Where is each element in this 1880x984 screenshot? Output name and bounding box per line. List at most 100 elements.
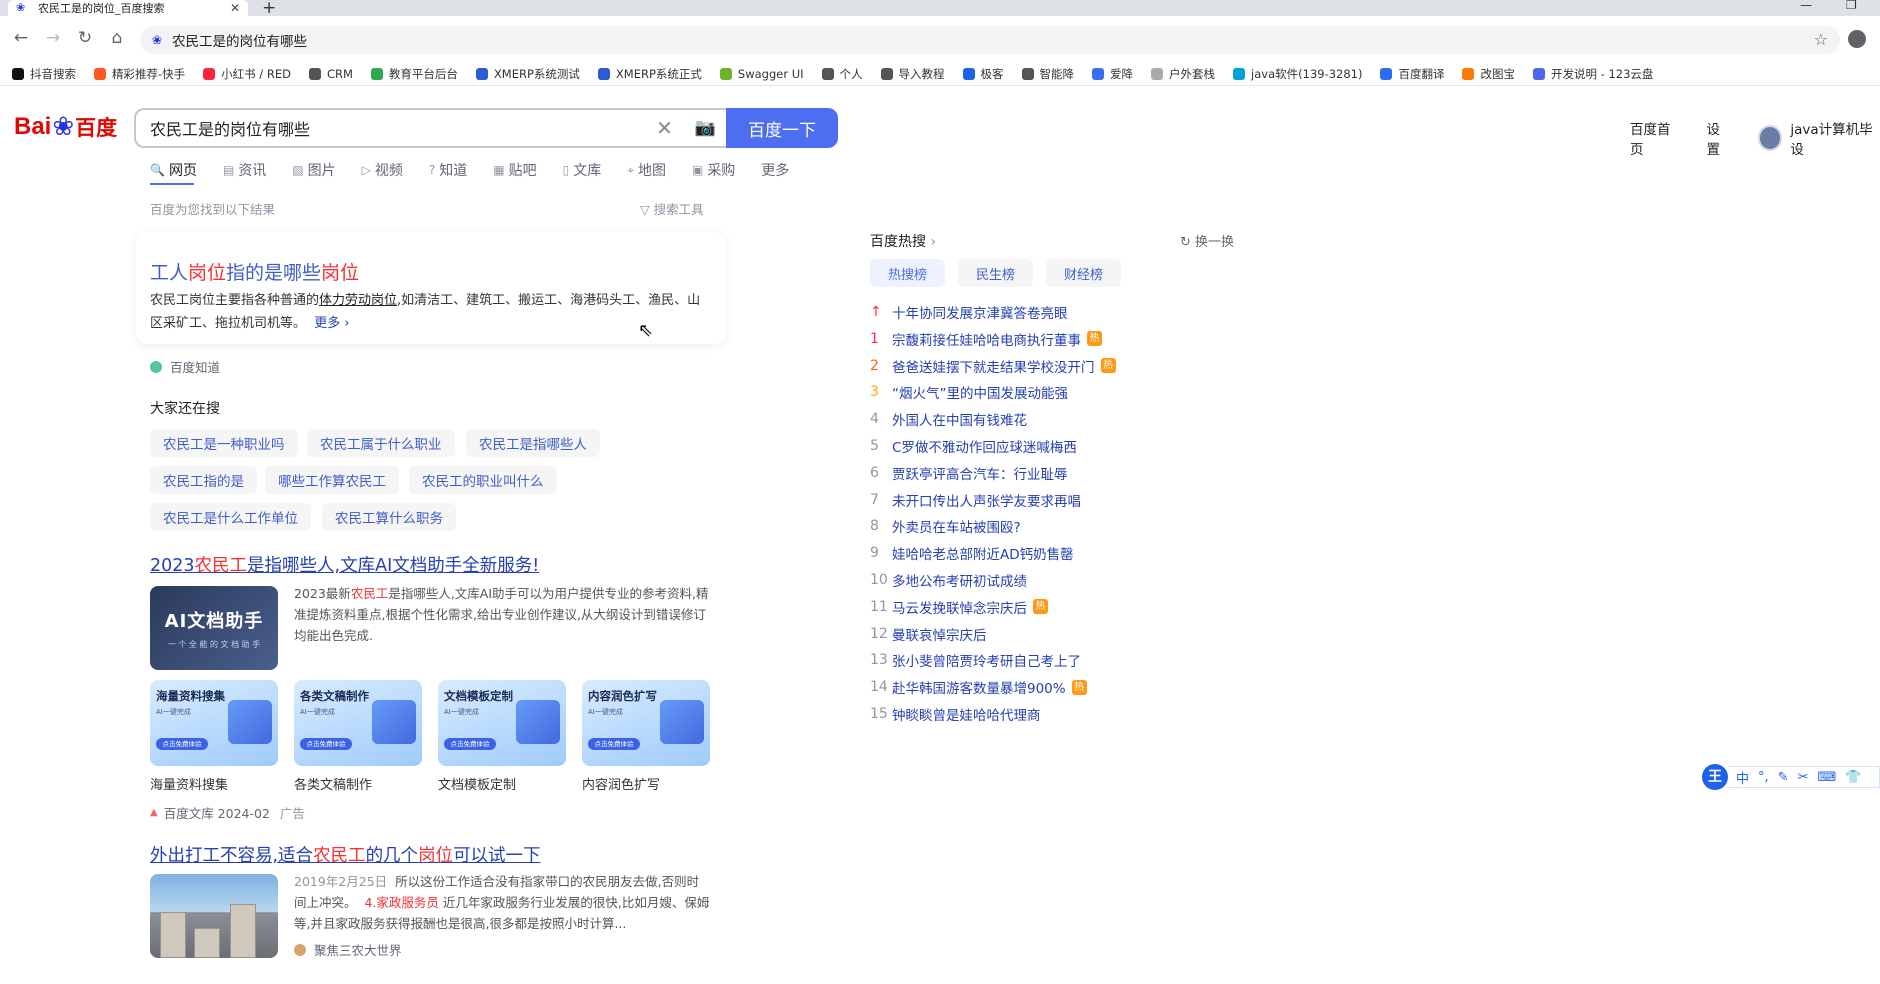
bookmark-item[interactable]: 小红书 / RED: [203, 66, 291, 82]
tab-3[interactable]: ▷ 视频: [362, 160, 403, 180]
bookmark-item[interactable]: 导入教程: [880, 66, 945, 82]
hot-item[interactable]: 11 马云发挽联悼念宗庆后热: [870, 597, 1048, 617]
hot-tab[interactable]: 热搜榜: [870, 259, 946, 287]
ime-logo-icon[interactable]: 王: [1702, 764, 1728, 790]
hot-tab[interactable]: 财经榜: [1046, 259, 1122, 287]
bookmark-item[interactable]: XMERP系统测试: [475, 66, 580, 82]
related-search-chip[interactable]: 哪些工作算农民工: [265, 466, 399, 494]
hot-item[interactable]: 7 未开口传出人声张学友要求再唱: [870, 490, 1081, 510]
browser-tab[interactable]: ❀ 农民工是的岗位_百度搜索 ✕: [8, 0, 248, 16]
hot-item[interactable]: 5 C罗做不雅动作回应球迷喊梅西: [870, 436, 1077, 456]
feature-card-2[interactable]: 各类文稿制作 AI一键完成 点击免费体验: [294, 680, 422, 766]
bookmark-item[interactable]: 改图宝: [1462, 66, 1515, 82]
hot-item[interactable]: 2 爸爸送娃摆下就走结果学校没开门热: [870, 356, 1116, 376]
bookmark-item[interactable]: 百度翻译: [1380, 66, 1444, 82]
reload-icon[interactable]: ↻: [74, 28, 96, 48]
tab-0[interactable]: 🔍 网页: [150, 160, 197, 180]
hot-item[interactable]: 1 宗馥莉接任娃哈哈电商执行董事热: [870, 329, 1102, 349]
forward-arrow-icon[interactable]: →: [42, 28, 64, 48]
tab-1[interactable]: ▤ 资讯: [223, 160, 266, 180]
feature-card-3[interactable]: 文档模板定制 AI一键完成 点击免费体验: [438, 680, 566, 766]
hot-item[interactable]: 12 曼联哀悼宗庆后: [870, 624, 987, 644]
hot-item[interactable]: 10 多地公布考研初试成绩: [870, 570, 1027, 590]
tab-7[interactable]: ⌖ 地图: [627, 160, 666, 180]
bookmark-item[interactable]: 开发说明 - 123云盘: [1532, 66, 1653, 82]
feature-card-1[interactable]: 海量资料搜集 AI一键完成 点击免费体验: [150, 680, 278, 766]
hot-item[interactable]: 4 外国人在中国有钱难花: [870, 409, 1027, 429]
related-search-chip[interactable]: 农民工算什么职务: [322, 503, 456, 531]
result-source-2[interactable]: ▲ 百度文库 2024-02 广告: [150, 803, 305, 822]
hot-tab[interactable]: 民生榜: [958, 259, 1034, 287]
ime-action-icon[interactable]: ⌨: [1817, 770, 1836, 785]
hot-item[interactable]: 8 外卖员在车站被围殴?: [870, 516, 1021, 536]
username[interactable]: java计算机毕设: [1790, 118, 1880, 158]
ime-action-icon[interactable]: 中: [1736, 768, 1749, 787]
tab-8[interactable]: ▣ 采购: [692, 160, 735, 180]
ai-assistant-thumbnail[interactable]: AI文档助手 一 个 全 能 的 文 档 助 手: [150, 586, 278, 670]
close-icon[interactable]: ✕: [230, 1, 240, 15]
tab-4[interactable]: ? 知道: [429, 160, 467, 180]
clear-icon[interactable]: ✕: [656, 116, 673, 140]
feature-label[interactable]: 各类文稿制作: [294, 774, 372, 793]
hot-item[interactable]: 6 贾跃亭评高合汽车：行业耻辱: [870, 463, 1068, 483]
result-source-3[interactable]: 聚焦三农大世界: [294, 940, 402, 959]
related-search-chip[interactable]: 农民工指的是: [150, 466, 257, 494]
bookmark-item[interactable]: 精彩推荐-快手: [94, 66, 185, 82]
minimize-button[interactable]: —: [1800, 0, 1812, 12]
related-search-chip[interactable]: 农民工是什么工作单位: [150, 503, 311, 531]
ime-action-icon[interactable]: 👕: [1845, 770, 1861, 785]
profile-icon[interactable]: [1848, 30, 1866, 48]
restore-button[interactable]: ❐: [1846, 0, 1857, 12]
baidu-logo[interactable]: Bai ❀ 百度: [14, 112, 117, 142]
hot-item[interactable]: 14 赴华韩国游客数量暴增900% 热: [870, 677, 1087, 697]
hot-item[interactable]: 15 钟睒睒曾是娃哈哈代理商: [870, 704, 1041, 724]
bookmark-item[interactable]: 抖音搜索: [12, 66, 76, 82]
tab-2[interactable]: ▧ 图片: [292, 160, 335, 180]
bookmark-item[interactable]: 户外套栈: [1151, 66, 1215, 82]
bookmark-star-icon[interactable]: ☆: [1814, 30, 1828, 49]
bookmark-item[interactable]: 个人: [821, 66, 863, 82]
tab-5[interactable]: ▦ 贴吧: [493, 160, 536, 180]
hot-item[interactable]: 13 张小斐曾陪贾玲考研自己考上了: [870, 650, 1081, 670]
bookmark-item[interactable]: 智能降: [1021, 66, 1074, 82]
hot-item[interactable]: ↑ 十年协同发展京津冀答卷亮眼: [870, 302, 1068, 322]
bookmark-item[interactable]: Swagger UI: [719, 67, 804, 81]
result-source-1[interactable]: 百度知道: [150, 357, 220, 376]
related-search-chip[interactable]: 农民工属于什么职业: [307, 429, 455, 457]
more-link[interactable]: 更多 ›: [314, 316, 349, 331]
feature-label[interactable]: 文档模板定制: [438, 774, 516, 793]
avatar[interactable]: [1757, 125, 1783, 151]
bookmark-item[interactable]: java软件(139-3281): [1233, 66, 1362, 82]
home-icon[interactable]: ⌂: [106, 28, 128, 48]
feature-label[interactable]: 海量资料搜集: [150, 774, 228, 793]
feature-card-4[interactable]: 内容润色扩写 AI一键完成 点击免费体验: [582, 680, 710, 766]
related-search-chip[interactable]: 农民工是指哪些人: [466, 429, 600, 457]
tab-6[interactable]: ▯ 文库: [563, 160, 602, 180]
search-button[interactable]: 百度一下: [726, 108, 838, 148]
hot-item[interactable]: 3 “烟火气”里的中国发展动能强: [870, 382, 1068, 402]
ime-action-icon[interactable]: ✎: [1778, 770, 1789, 785]
bookmark-item[interactable]: 爱降: [1092, 66, 1133, 82]
back-arrow-icon[interactable]: ←: [10, 28, 32, 48]
bookmark-item[interactable]: 极客: [962, 66, 1004, 82]
ime-action-icon[interactable]: °,: [1758, 770, 1769, 785]
address-bar[interactable]: ❀ 农民工是的岗位有哪些: [140, 26, 1840, 54]
result-title-3[interactable]: 外出打工不容易,适合农民工的几个岗位可以试一下: [150, 842, 541, 867]
result-title-2[interactable]: 2023农民工是指哪些人,文库AI文档助手全新服务!: [150, 552, 539, 577]
bookmark-item[interactable]: XMERP系统正式: [597, 66, 702, 82]
baidu-home-link[interactable]: 百度首页: [1630, 118, 1681, 158]
ime-action-icon[interactable]: ✂: [1798, 770, 1809, 785]
hot-search-title[interactable]: 百度热搜 ›: [870, 231, 936, 251]
search-tools-button[interactable]: ▽ 搜索工具: [640, 199, 704, 218]
bookmark-item[interactable]: 教育平台后台: [370, 66, 458, 82]
bookmark-item[interactable]: CRM: [308, 67, 353, 81]
result-thumbnail-3[interactable]: [150, 874, 278, 958]
related-search-chip[interactable]: 农民工的职业叫什么: [409, 466, 557, 494]
related-search-chip[interactable]: 农民工是一种职业吗: [150, 429, 298, 457]
tab-9[interactable]: 更多: [761, 160, 789, 180]
result-title-1[interactable]: 工人岗位指的是哪些岗位: [150, 258, 359, 285]
feature-label[interactable]: 内容润色扩写: [582, 774, 660, 793]
settings-link[interactable]: 设置: [1707, 118, 1732, 158]
camera-icon[interactable]: 📷: [695, 118, 716, 138]
search-input[interactable]: [150, 118, 657, 138]
